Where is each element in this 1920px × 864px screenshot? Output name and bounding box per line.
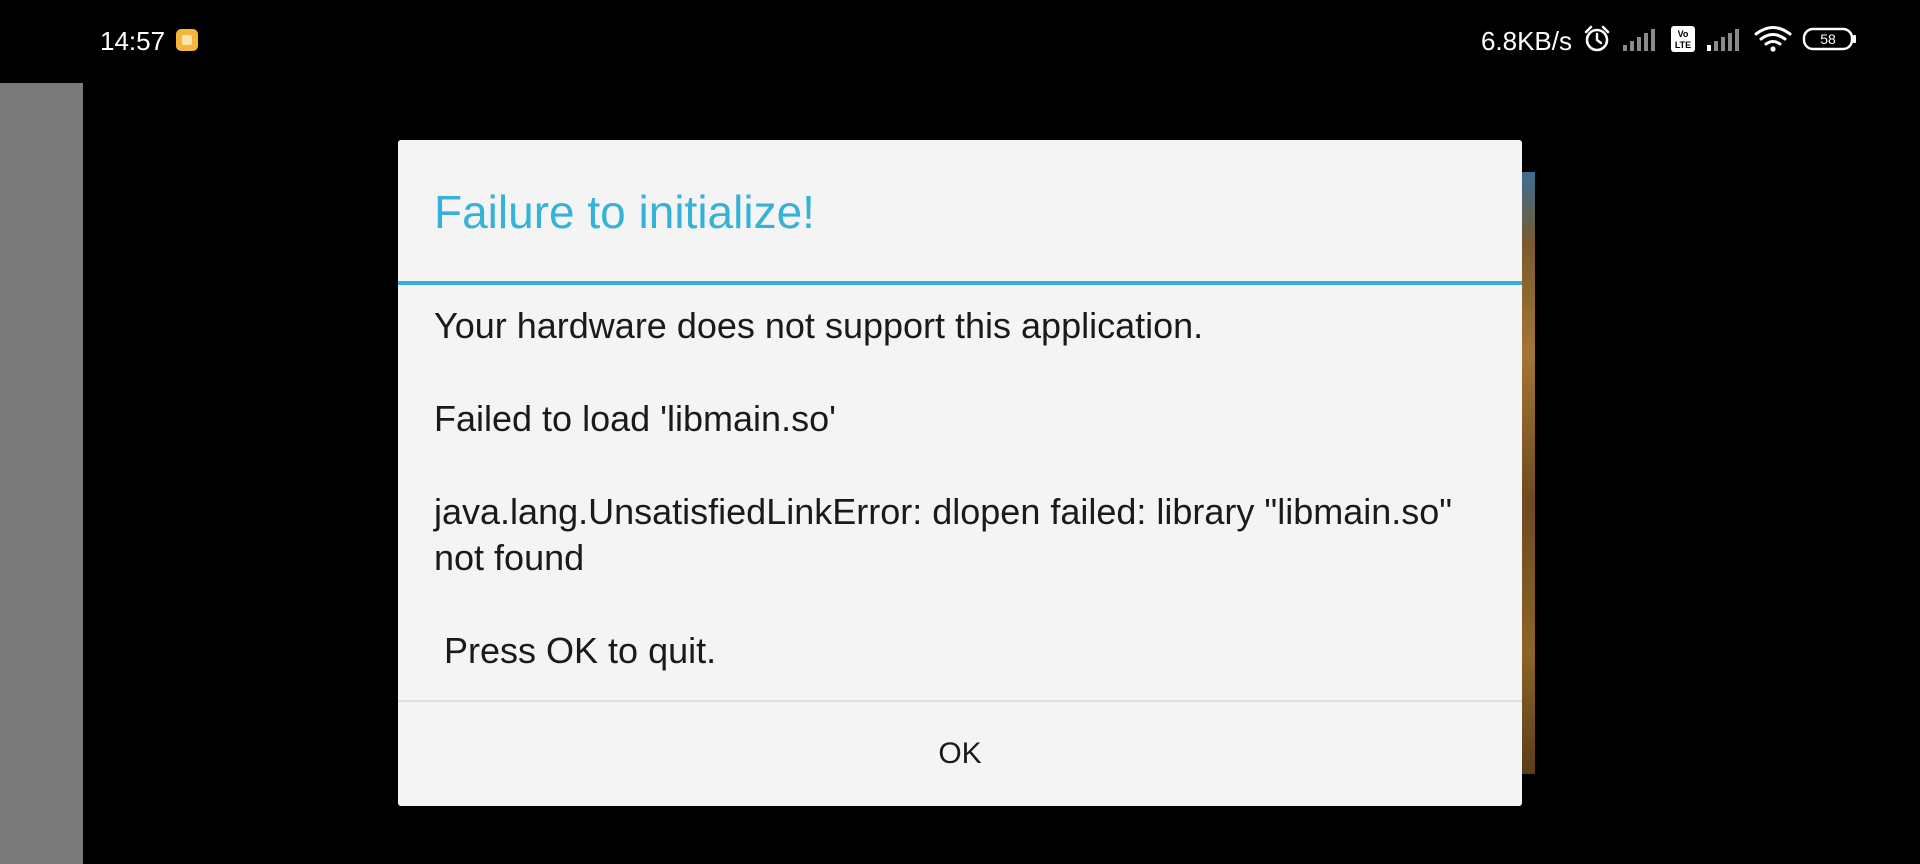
side-panel <box>0 83 83 864</box>
message-line: Your hardware does not support this appl… <box>434 305 1204 346</box>
signal-icon <box>1706 26 1744 57</box>
error-dialog: Failure to initialize! Your hardware doe… <box>398 140 1522 806</box>
dialog-title: Failure to initialize! <box>434 186 815 238</box>
dialog-message: Your hardware does not support this appl… <box>434 303 1484 674</box>
status-icons: 6.8KB/s Vo LTE 58 <box>1481 22 1858 60</box>
status-bar: 14:57 6.8KB/s Vo LTE 58 <box>0 0 1920 80</box>
message-line: Press OK to quit. <box>434 630 717 671</box>
status-time: 14:57 <box>100 26 166 56</box>
message-line: Failed to load 'libmain.so' <box>434 398 836 439</box>
notification-icon <box>176 29 198 51</box>
network-speed: 6.8KB/s <box>1480 26 1572 56</box>
alarm-icon <box>1582 24 1612 59</box>
svg-text:Vo: Vo <box>1678 29 1689 39</box>
battery-level: 58 <box>1820 31 1836 47</box>
signal-icon <box>1622 26 1660 57</box>
title-divider <box>398 281 1522 285</box>
wifi-icon <box>1754 25 1792 58</box>
battery-icon: 58 <box>1802 26 1858 57</box>
svg-text:LTE: LTE <box>1675 40 1691 50</box>
screen: 14:57 6.8KB/s Vo LTE 58 Failure to initi… <box>0 0 1920 864</box>
volte-icon: Vo LTE <box>1670 25 1696 58</box>
message-line: java.lang.UnsatisfiedLinkError: dlopen f… <box>434 491 1453 578</box>
ok-button[interactable]: OK <box>398 702 1522 806</box>
